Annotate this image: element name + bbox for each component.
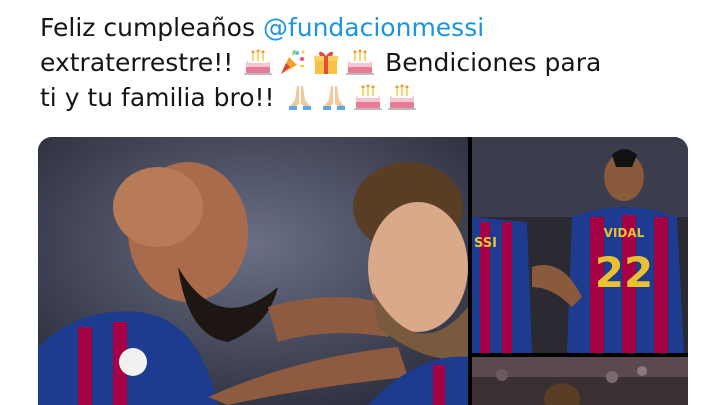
birthday-cake-icon — [387, 82, 417, 112]
mention-link[interactable]: @fundacionmessi — [263, 13, 484, 42]
photo-right-bottom[interactable] — [472, 357, 688, 405]
photo-right-bottom-illustration — [472, 357, 688, 405]
wrapped-gift-icon — [311, 47, 341, 77]
tweet-text-greeting: Feliz cumpleaños — [40, 13, 263, 42]
tweet-line-2: extraterrestre!! Bendiciones para — [40, 45, 700, 80]
tweet-line-1: Feliz cumpleaños @fundacionmessi — [40, 10, 700, 45]
folded-hands-icon — [285, 82, 315, 112]
folded-hands-icon — [319, 82, 349, 112]
tweet-media-grid: SSI VIDAL 22 — [38, 137, 688, 405]
photo-main-illustration — [38, 137, 468, 405]
birthday-cake-icon — [345, 47, 375, 77]
tweet-text-bendiciones: Bendiciones para — [377, 48, 602, 77]
tweet-text: Feliz cumpleaños @fundacionmessi extrate… — [40, 10, 700, 115]
birthday-cake-icon — [353, 82, 383, 112]
photo-right-top[interactable]: SSI VIDAL 22 — [472, 137, 688, 353]
tweet-text-familia: ti y tu familia bro!! — [40, 83, 275, 112]
tweet-line-3: ti y tu familia bro!! — [40, 80, 700, 115]
birthday-cake-icon — [243, 47, 273, 77]
jersey-number: 22 — [595, 248, 653, 297]
photo-main[interactable] — [38, 137, 468, 405]
jersey-name: VIDAL — [604, 226, 645, 240]
jersey-partial-name: SSI — [474, 236, 497, 251]
tweet-text-extraterrestre: extraterrestre!! — [40, 48, 234, 77]
photo-right-top-illustration: SSI VIDAL 22 — [472, 137, 688, 353]
party-popper-icon — [277, 47, 307, 77]
